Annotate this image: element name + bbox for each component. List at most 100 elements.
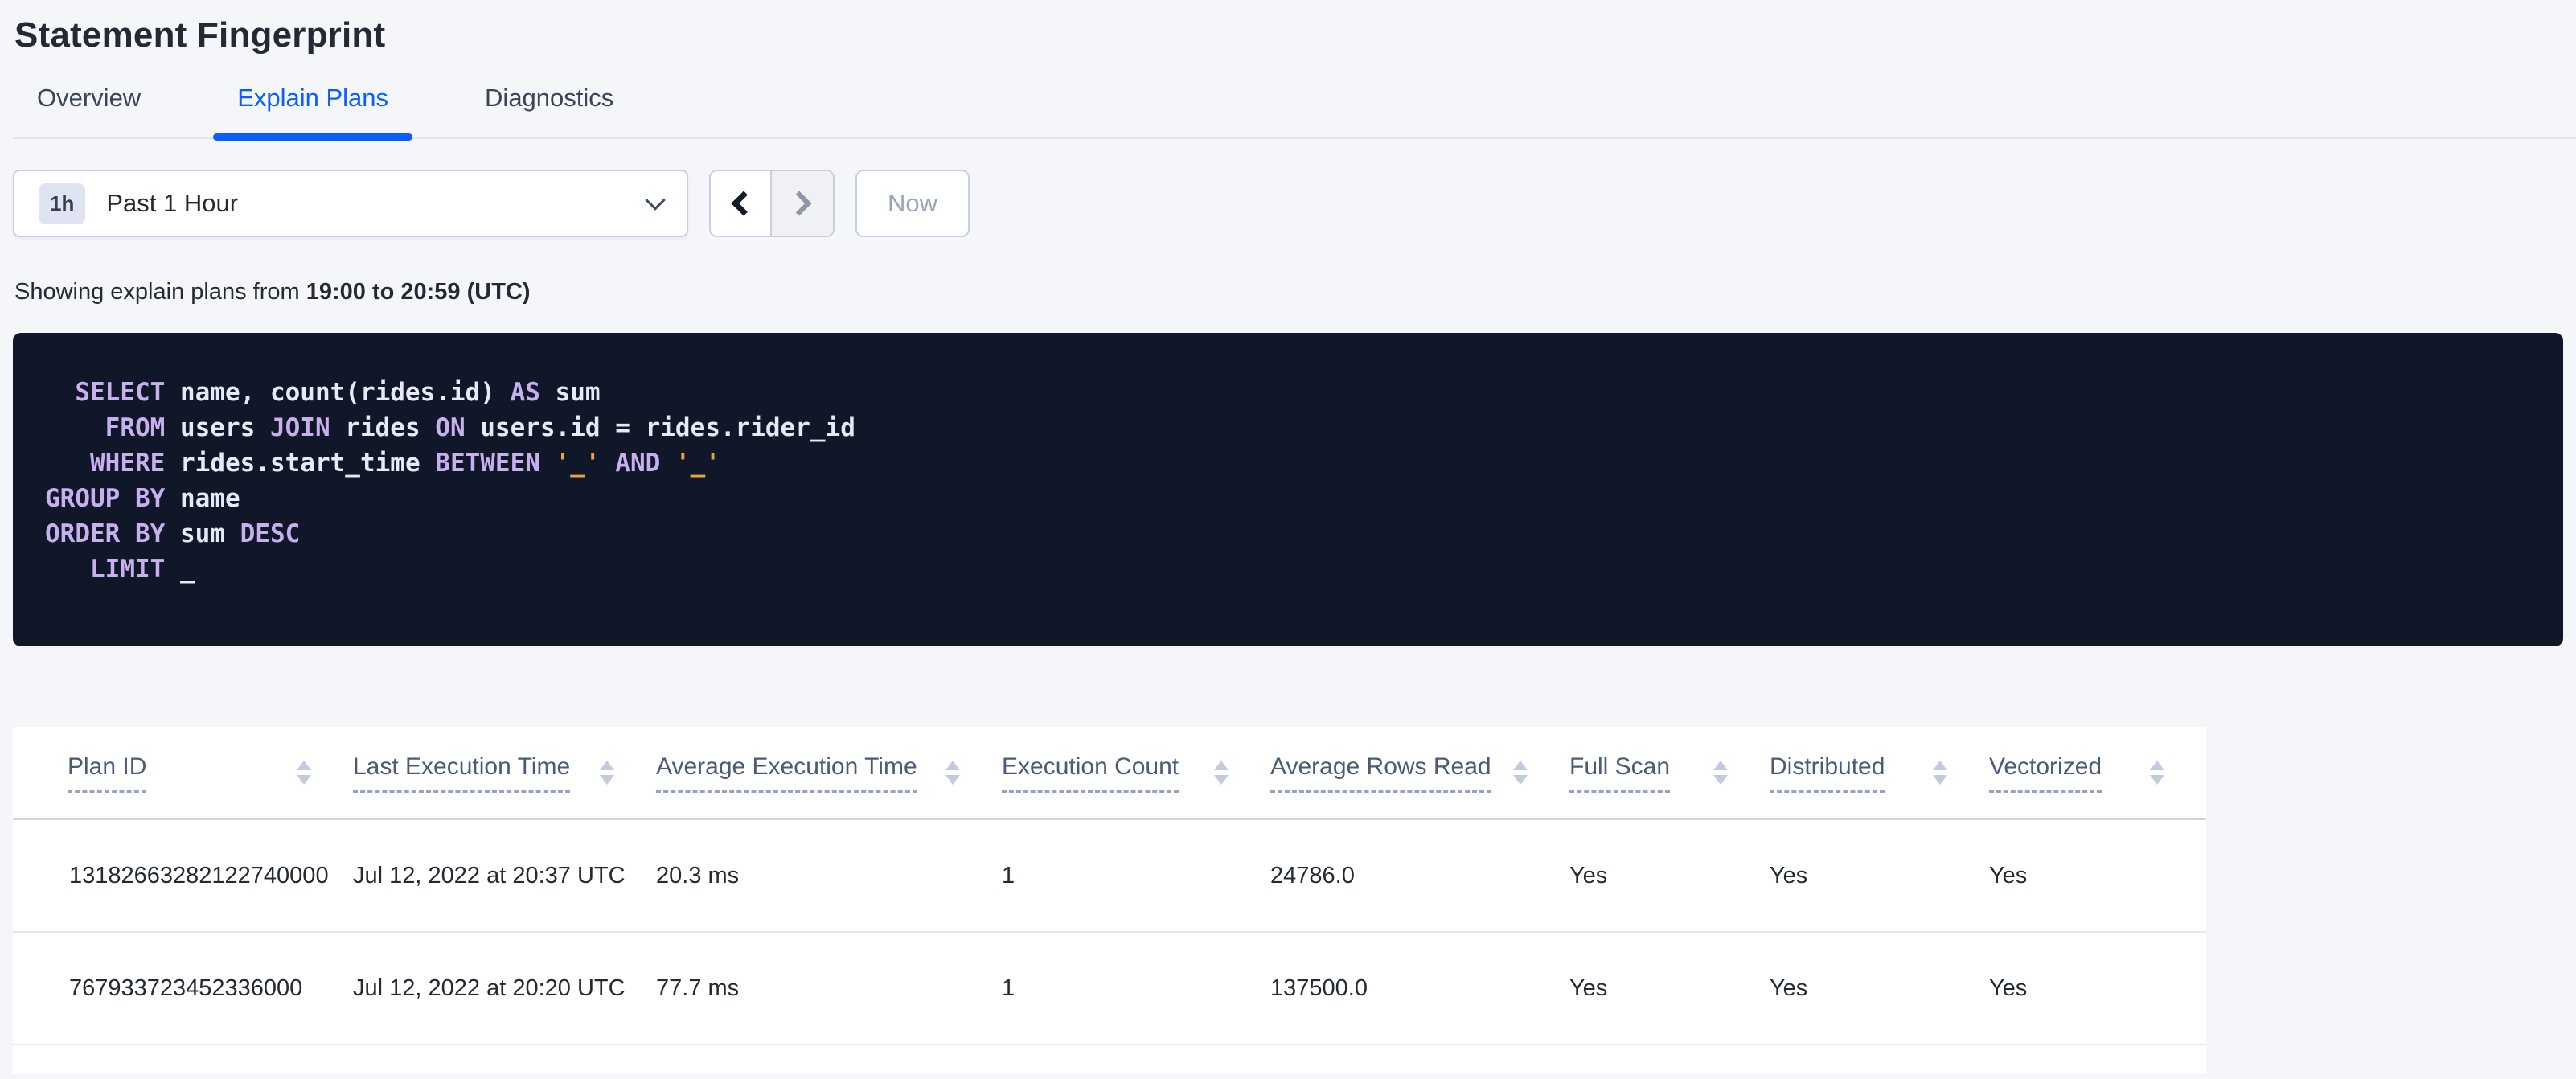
sort-icon[interactable] bbox=[1513, 761, 1528, 785]
sql-token-pl bbox=[45, 555, 90, 584]
tab-overview-label: Overview bbox=[37, 84, 142, 112]
sql-token-lit: '_' bbox=[555, 449, 601, 478]
sort-up-icon bbox=[1214, 761, 1229, 770]
sort-icon[interactable] bbox=[2150, 761, 2164, 785]
cell-vectorized: Yes bbox=[1989, 974, 2028, 1001]
sql-token-kw: WHERE bbox=[90, 449, 166, 478]
cell-execution-count: 1 bbox=[1002, 862, 1015, 888]
cell-average-execution-time: 20.3 ms bbox=[656, 862, 740, 888]
sort-down-icon bbox=[945, 775, 960, 785]
sql-token-pl bbox=[45, 378, 75, 407]
sort-down-icon bbox=[1513, 775, 1528, 785]
page-title: Statement Fingerprint bbox=[14, 15, 386, 55]
sql-token-kw: AS bbox=[510, 378, 540, 407]
column-header-vectorized[interactable]: Vectorized bbox=[1989, 753, 2206, 793]
sql-token-pl: sum bbox=[165, 519, 240, 548]
column-header-full-scan[interactable]: Full Scan bbox=[1569, 753, 1770, 793]
column-header-average-execution-time[interactable]: Average Execution Time bbox=[656, 753, 1002, 793]
column-header-plan-id[interactable]: Plan ID bbox=[13, 753, 353, 793]
sql-token-pl: name bbox=[165, 484, 240, 513]
sql-token-pl: rides bbox=[330, 413, 436, 442]
sort-up-icon bbox=[297, 761, 311, 770]
sql-line: SELECT name, count(rides.id) AS sum bbox=[45, 375, 2531, 410]
sql-token-kw: SELECT bbox=[75, 378, 166, 407]
column-header-last-execution-time[interactable]: Last Execution Time bbox=[353, 753, 656, 793]
cell-average-rows-read: 137500.0 bbox=[1270, 974, 1368, 1001]
sort-up-icon bbox=[1513, 761, 1528, 770]
sql-line: LIMIT _ bbox=[45, 552, 2531, 587]
cell-full-scan: Yes bbox=[1569, 974, 1608, 1001]
prev-time-button[interactable] bbox=[711, 171, 772, 236]
sort-down-icon bbox=[600, 775, 614, 785]
time-range-summary-prefix: Showing explain plans from bbox=[14, 279, 306, 305]
sql-token-pl: name, count(rides.id) bbox=[165, 378, 511, 407]
cell-distributed: Yes bbox=[1770, 974, 1808, 1001]
time-controls: 1h Past 1 Hour Now bbox=[13, 170, 2563, 237]
column-header-label: Plan ID bbox=[68, 753, 147, 793]
chevron-left-icon bbox=[731, 191, 757, 216]
sql-token-pl: rides.start_time bbox=[165, 449, 436, 478]
sql-token-pl: _ bbox=[165, 555, 195, 584]
column-header-label: Average Rows Read bbox=[1270, 753, 1491, 793]
sql-token-pl bbox=[660, 449, 675, 478]
sort-down-icon bbox=[1933, 775, 1947, 785]
sql-statement-box: SELECT name, count(rides.id) AS sum FROM… bbox=[13, 333, 2563, 646]
tab-diagnostics[interactable]: Diagnostics bbox=[461, 76, 638, 137]
sql-token-pl bbox=[45, 413, 105, 442]
tab-explain-plans-label: Explain Plans bbox=[237, 84, 389, 112]
sql-code: SELECT name, count(rides.id) AS sum FROM… bbox=[45, 375, 2531, 587]
sort-icon[interactable] bbox=[600, 761, 614, 785]
column-header-label: Full Scan bbox=[1569, 753, 1671, 793]
cell-last-execution-time: Jul 12, 2022 at 20:37 UTC bbox=[353, 862, 626, 888]
column-header-label: Average Execution Time bbox=[656, 753, 917, 793]
sql-token-kw: FROM bbox=[105, 413, 166, 442]
tab-explain-plans[interactable]: Explain Plans bbox=[213, 76, 413, 141]
time-range-badge: 1h bbox=[39, 183, 86, 224]
time-range-label: Past 1 Hour bbox=[106, 189, 239, 217]
sort-icon[interactable] bbox=[1214, 761, 1229, 785]
page-header: Statement Fingerprint bbox=[0, 0, 2576, 56]
sort-icon[interactable] bbox=[945, 761, 960, 785]
column-header-distributed[interactable]: Distributed bbox=[1770, 753, 1989, 793]
sort-down-icon bbox=[297, 775, 311, 785]
sort-up-icon bbox=[2150, 761, 2164, 770]
cell-last-execution-time: Jul 12, 2022 at 20:20 UTC bbox=[353, 974, 626, 1001]
sql-line: FROM users JOIN rides ON users.id = ride… bbox=[45, 410, 2531, 445]
column-header-label: Distributed bbox=[1770, 753, 1885, 793]
explain-plans-table: Plan ID Last Execution Time Average Exec… bbox=[13, 727, 2206, 1074]
tab-overview[interactable]: Overview bbox=[13, 76, 165, 137]
next-time-button[interactable] bbox=[772, 171, 833, 236]
cell-plan-id: 767933723452336000 bbox=[69, 974, 303, 1001]
cell-execution-count: 1 bbox=[1002, 974, 1015, 1001]
sql-token-kw: ORDER BY bbox=[45, 519, 166, 548]
active-tab-indicator bbox=[213, 133, 413, 141]
sort-up-icon bbox=[1713, 761, 1728, 770]
cell-vectorized: Yes bbox=[1989, 862, 2028, 888]
sort-down-icon bbox=[1713, 775, 1728, 785]
sort-icon[interactable] bbox=[297, 761, 311, 785]
column-header-average-rows-read[interactable]: Average Rows Read bbox=[1270, 753, 1569, 793]
tab-bar: Overview Explain Plans Diagnostics bbox=[13, 76, 2576, 141]
sql-token-kw: ON bbox=[435, 413, 466, 442]
sql-line: GROUP BY name bbox=[45, 481, 2531, 516]
time-range-dropdown[interactable]: 1h Past 1 Hour bbox=[13, 170, 688, 237]
time-range-summary: Showing explain plans from 19:00 to 20:5… bbox=[14, 279, 2576, 306]
table-header-row: Plan ID Last Execution Time Average Exec… bbox=[13, 727, 2206, 820]
now-button[interactable]: Now bbox=[855, 170, 970, 237]
column-header-label: Execution Count bbox=[1002, 753, 1179, 793]
cell-plan-id: 13182663282122740000 bbox=[69, 862, 329, 888]
column-header-label: Vectorized bbox=[1989, 753, 2102, 793]
sort-icon[interactable] bbox=[1933, 761, 1947, 785]
sort-icon[interactable] bbox=[1713, 761, 1728, 785]
cell-average-rows-read: 24786.0 bbox=[1270, 862, 1355, 888]
sql-token-pl bbox=[540, 449, 556, 478]
cell-average-execution-time: 77.7 ms bbox=[656, 974, 740, 1001]
sql-line: WHERE rides.start_time BETWEEN '_' AND '… bbox=[45, 445, 2531, 481]
sql-token-kw: LIMIT bbox=[90, 555, 166, 584]
column-header-execution-count[interactable]: Execution Count bbox=[1002, 753, 1270, 793]
sql-token-pl bbox=[45, 449, 90, 478]
time-nav-button-group bbox=[709, 170, 835, 237]
sql-token-kw: AND bbox=[615, 449, 661, 478]
sql-token-lit: '_' bbox=[675, 449, 720, 478]
sql-token-pl: users bbox=[165, 413, 270, 442]
